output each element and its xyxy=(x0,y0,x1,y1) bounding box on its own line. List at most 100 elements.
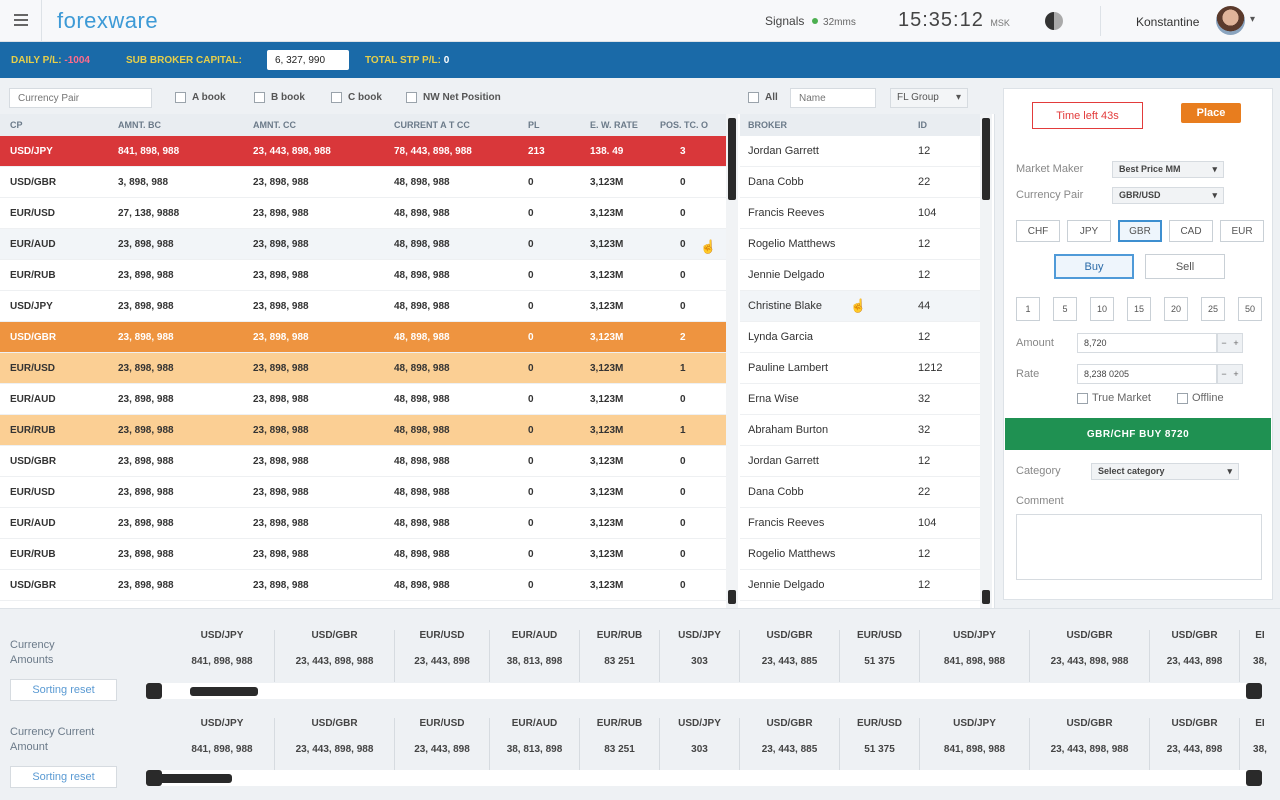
list-item[interactable]: Christine Blake 44 ☝ xyxy=(740,291,980,322)
menu-button[interactable] xyxy=(0,0,42,42)
list-item[interactable]: Lynda Garcia 12 xyxy=(740,322,980,353)
currency-button[interactable]: GBR xyxy=(1118,220,1162,242)
amount-field[interactable] xyxy=(1077,333,1217,353)
amount-stepper[interactable]: − + xyxy=(1217,333,1243,353)
table-row[interactable]: USD/GBR 3, 898, 988 23, 898, 988 48, 898, 9… xyxy=(0,167,726,198)
place-button[interactable]: Place xyxy=(1181,103,1241,123)
list-item[interactable]: Erna Wise 32 xyxy=(740,384,980,415)
currency-column[interactable]: EUR/RUB 83 251 xyxy=(580,718,660,770)
currency-column[interactable]: USD/GBR 23, 443, 898, 988 xyxy=(275,630,395,682)
rate-field[interactable] xyxy=(1077,364,1217,384)
minus-icon[interactable]: − xyxy=(1218,334,1230,352)
sorting-reset-button[interactable]: Sorting reset xyxy=(10,679,117,701)
currency-column[interactable]: EUR/USD 51 375 xyxy=(840,630,920,682)
all-checkbox[interactable]: All xyxy=(748,92,778,103)
column-header[interactable]: PL xyxy=(528,120,540,130)
username[interactable]: Konstantine xyxy=(1136,15,1199,29)
table-row[interactable]: USD/JPY 23, 898, 988 23, 898, 988 48, 898, … xyxy=(0,291,726,322)
comment-textarea[interactable] xyxy=(1016,514,1262,580)
sorting-reset-button[interactable]: Sorting reset xyxy=(10,766,117,788)
currency-column[interactable]: USD/GBR 23, 443, 885 xyxy=(740,630,840,682)
table-row[interactable]: EUR/AUD 23, 898, 988 23, 898, 988 48, 898, … xyxy=(0,508,726,539)
currency-column[interactable]: USD/GBR 23, 443, 898 xyxy=(1150,718,1240,770)
currency-column[interactable]: EI 38, xyxy=(1240,718,1280,770)
positions-scrollbar[interactable] xyxy=(726,114,738,608)
column-header[interactable]: POS. TC. O xyxy=(660,120,708,130)
column-header[interactable]: CURRENT A T CC xyxy=(394,120,470,130)
list-item[interactable]: Dana Cobb 22 xyxy=(740,167,980,198)
group-select[interactable]: FL Group ▾ xyxy=(890,88,968,108)
scrollbar-thumb[interactable] xyxy=(728,118,736,200)
scroll-right-icon[interactable] xyxy=(1246,770,1262,786)
list-item[interactable]: Jordan Garrett 12 xyxy=(740,136,980,167)
scroll-down-icon[interactable] xyxy=(728,590,736,604)
list-item[interactable]: Rogelio Matthews 12 xyxy=(740,539,980,570)
list-item[interactable]: Jennie Delgado 12 xyxy=(740,260,980,291)
amount-preset-button[interactable]: 50 xyxy=(1238,297,1262,321)
true-market-checkbox[interactable]: True Market xyxy=(1077,392,1151,404)
offline-checkbox[interactable]: Offline xyxy=(1177,392,1224,404)
scroll-left-icon[interactable] xyxy=(146,683,162,699)
currency-button[interactable]: JPY xyxy=(1067,220,1111,242)
column-header[interactable]: ID xyxy=(918,120,927,130)
currency-pair-select[interactable]: GBR/USD ▾ xyxy=(1112,187,1224,204)
horizontal-scrollbar[interactable] xyxy=(146,683,1262,699)
table-row[interactable]: EUR/AUD 23, 898, 988 23, 898, 988 48, 898, … xyxy=(0,384,726,415)
amount-preset-button[interactable]: 25 xyxy=(1201,297,1225,321)
table-row[interactable]: EUR/RUB 23, 898, 988 23, 898, 988 48, 898, … xyxy=(0,539,726,570)
table-row[interactable]: USD/GBR 23, 898, 988 23, 898, 988 48, 898, … xyxy=(0,570,726,601)
amount-preset-button[interactable]: 10 xyxy=(1090,297,1114,321)
time-left-button[interactable]: Time left 43s xyxy=(1032,102,1143,129)
currency-column[interactable]: USD/GBR 23, 443, 898, 988 xyxy=(275,718,395,770)
currency-column[interactable]: EUR/USD 23, 443, 898 xyxy=(395,718,490,770)
scroll-right-icon[interactable] xyxy=(1246,683,1262,699)
list-item[interactable]: Pauline Lambert 1212 xyxy=(740,353,980,384)
currency-button[interactable]: CAD xyxy=(1169,220,1213,242)
currency-column[interactable]: EI 38, xyxy=(1240,630,1280,682)
list-item[interactable]: Francis Reeves 104 xyxy=(740,198,980,229)
avatar[interactable] xyxy=(1216,6,1245,35)
scroll-down-icon[interactable] xyxy=(982,590,990,604)
currency-button[interactable]: EUR xyxy=(1220,220,1264,242)
amount-preset-button[interactable]: 5 xyxy=(1053,297,1077,321)
table-row[interactable]: EUR/AUD 23, 898, 988 23, 898, 988 48, 898, … xyxy=(0,229,726,260)
table-row[interactable]: USD/GBR 23, 898, 988 23, 898, 988 48, 898, … xyxy=(0,446,726,477)
horizontal-scrollbar[interactable] xyxy=(146,770,1262,786)
currency-column[interactable]: USD/JPY 841, 898, 988 xyxy=(170,630,275,682)
list-item[interactable]: Jordan Garrett 12 xyxy=(740,446,980,477)
currency-button[interactable]: CHF xyxy=(1016,220,1060,242)
table-row[interactable]: EUR/USD 23, 898, 988 23, 898, 988 48, 898, … xyxy=(0,477,726,508)
c-book-checkbox[interactable]: C book xyxy=(331,92,382,103)
currency-column[interactable]: EUR/AUD 38, 813, 898 xyxy=(490,718,580,770)
column-header[interactable]: AMNT. BC xyxy=(118,120,161,130)
currency-column[interactable]: USD/GBR 23, 443, 898, 988 xyxy=(1030,718,1150,770)
currency-column[interactable]: USD/GBR 23, 443, 898 xyxy=(1150,630,1240,682)
sell-button[interactable]: Sell xyxy=(1145,254,1225,279)
chevron-down-icon[interactable]: ▾ xyxy=(1250,14,1255,25)
currency-column[interactable]: USD/GBR 23, 443, 885 xyxy=(740,718,840,770)
rate-stepper[interactable]: − + xyxy=(1217,364,1243,384)
currency-column[interactable]: EUR/USD 23, 443, 898 xyxy=(395,630,490,682)
list-item[interactable]: Rogelio Matthews 12 xyxy=(740,229,980,260)
table-row[interactable]: EUR/RUB 23, 898, 988 23, 898, 988 48, 898, … xyxy=(0,260,726,291)
submit-order-button[interactable]: GBR/CHF BUY 8720 xyxy=(1005,418,1271,450)
table-row[interactable]: EUR/RUB 23, 898, 988 23, 898, 988 48, 898, … xyxy=(0,415,726,446)
currency-column[interactable]: EUR/USD 51 375 xyxy=(840,718,920,770)
column-header[interactable]: BROKER xyxy=(748,120,787,130)
minus-icon[interactable]: − xyxy=(1218,365,1230,383)
list-item[interactable]: Francis Reeves 104 xyxy=(740,508,980,539)
column-header[interactable]: AMNT. CC xyxy=(253,120,296,130)
table-row[interactable]: USD/GBR 23, 898, 988 23, 898, 988 48, 898, … xyxy=(0,322,726,353)
scrollbar-thumb[interactable] xyxy=(190,687,258,696)
name-filter-input[interactable] xyxy=(790,88,876,108)
currency-pair-filter-input[interactable] xyxy=(9,88,152,108)
amount-preset-button[interactable]: 1 xyxy=(1016,297,1040,321)
table-row[interactable]: USD/JPY 841, 898, 988 23, 443, 898, 988 78,… xyxy=(0,136,726,167)
buy-button[interactable]: Buy xyxy=(1054,254,1134,279)
currency-column[interactable]: USD/GBR 23, 443, 898, 988 xyxy=(1030,630,1150,682)
market-maker-select[interactable]: Best Price MM ▾ xyxy=(1112,161,1224,178)
a-book-checkbox[interactable]: A book xyxy=(175,92,226,103)
column-header[interactable]: E. W. RATE xyxy=(590,120,638,130)
plus-icon[interactable]: + xyxy=(1230,365,1242,383)
currency-column[interactable]: USD/JPY 303 xyxy=(660,718,740,770)
